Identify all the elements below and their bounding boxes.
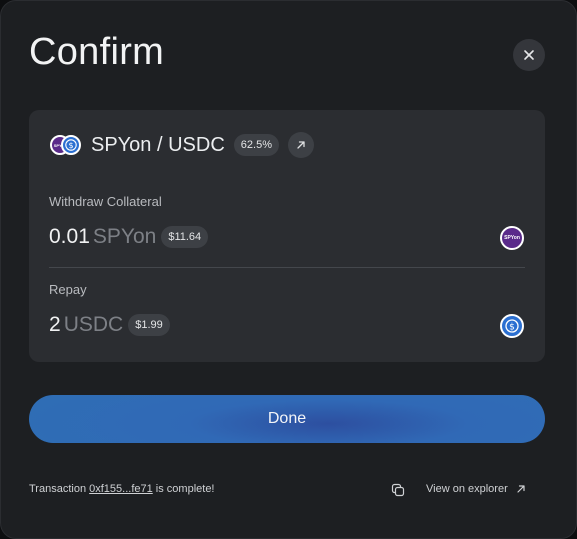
tx-prefix: Transaction [29,483,87,495]
section-divider [49,267,525,268]
usdc-token-icon: $ [500,314,524,338]
market-pair: SPYon $ SPYon / USDC 62.5% [50,132,314,158]
transaction-status: Transaction 0xf155...fe71 is complete! [29,483,215,495]
repay-symbol: USDC [63,313,124,336]
withdraw-symbol: SPYon [92,225,157,248]
repay-usd-value: $1.99 [128,314,170,336]
arrow-up-right-icon [297,141,305,149]
withdraw-usd-value: $11.64 [161,226,209,248]
copy-icon [391,483,405,497]
pair-token-icons: SPYon $ [50,134,82,156]
withdraw-label: Withdraw Collateral [49,194,162,209]
view-on-explorer-link[interactable]: View on explorer [426,483,526,495]
withdraw-amount: 0.01 [49,225,90,248]
spyon-token-icon: SPYon [500,226,524,250]
arrow-up-right-icon [517,485,525,493]
explorer-label: View on explorer [426,483,508,495]
copy-button[interactable] [391,483,407,499]
confirm-dialog: Confirm SPYon $ SPYon / USDC 62.5% Withd… [0,0,577,539]
dialog-title: Confirm [29,31,165,73]
tx-suffix: is complete! [155,483,215,495]
done-button[interactable]: Done [29,395,545,443]
pair-name: SPYon / USDC [91,133,225,156]
withdraw-amount-row: 0.01 SPYon $11.64 [49,224,209,250]
ratio-badge: 62.5% [233,134,279,156]
close-icon [524,50,534,60]
svg-text:$: $ [509,323,515,333]
usdc-token-icon: $ [61,135,81,155]
tx-hash-link[interactable]: 0xf155...fe71 [89,483,153,495]
open-market-button[interactable] [287,132,314,158]
repay-amount-row: 2 USDC $1.99 [49,312,170,338]
svg-text:$: $ [68,141,73,150]
spyon-icon-text: SPYon [504,235,520,241]
close-button[interactable] [513,39,545,71]
summary-card: SPYon $ SPYon / USDC 62.5% Withdraw Coll… [29,110,545,362]
repay-label: Repay [49,282,87,297]
repay-amount: 2 [49,313,61,336]
